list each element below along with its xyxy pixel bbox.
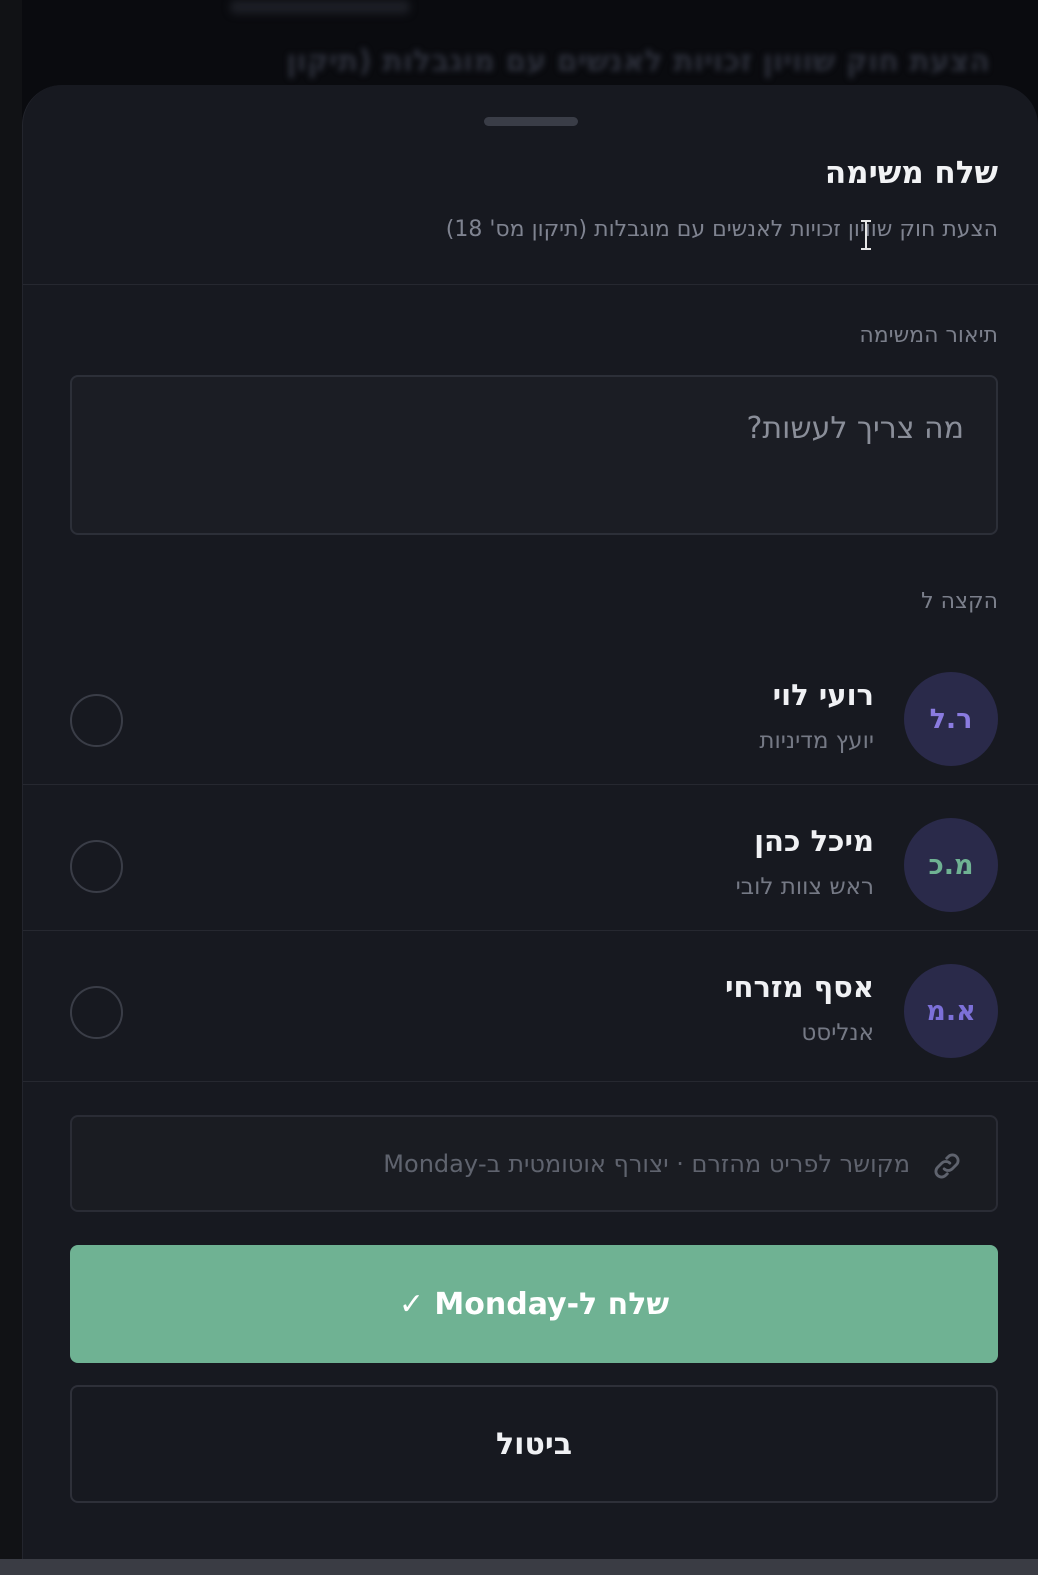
avatar: ר.ל: [904, 672, 998, 766]
linked-item-text: מקושר לפריט מהזרם · יצורף אוטומטית ב-Mon…: [383, 1149, 910, 1178]
avatar-initials: א.מ: [926, 995, 976, 1027]
assignee-radio[interactable]: [70, 840, 123, 893]
header-divider: [23, 284, 1038, 285]
assignee-name: אסף מזרחי: [724, 970, 874, 1004]
assign-to-label: הקצה ל: [921, 589, 998, 614]
avatar: א.מ: [904, 964, 998, 1058]
drag-handle[interactable]: [483, 117, 578, 126]
send-task-sheet: שלח משימה הצעת חוק שוויון זכויות לאנשים …: [22, 85, 1038, 1575]
background-header-title: הצעת חוק שוויון זכויות לאנשים עם מוגבלות…: [286, 44, 990, 79]
bottom-edge-bar: [0, 1559, 1038, 1575]
linked-item-note: מקושר לפריט מהזרם · יצורף אוטומטית ב-Mon…: [70, 1115, 998, 1212]
background-edge: [0, 0, 22, 1575]
assignee-row[interactable]: ר.ל רועי לוי יועץ מדיניות: [23, 638, 1038, 784]
send-to-monday-button[interactable]: שלח ל-Monday ✓: [70, 1245, 998, 1363]
sheet-title: שלח משימה: [824, 155, 998, 191]
assignee-role: אנליסט: [801, 1020, 874, 1046]
cancel-button[interactable]: ביטול: [70, 1385, 998, 1503]
assignee-name: מיכל כהן: [754, 824, 874, 858]
background-blurred-text: [230, 0, 410, 14]
sheet-subtitle: הצעת חוק שוויון זכויות לאנשים עם מוגבלות…: [445, 217, 998, 242]
assignee-row[interactable]: מ.כ מיכל כהן ראש צוות לובי: [23, 784, 1038, 930]
avatar: מ.כ: [904, 818, 998, 912]
list-bottom-divider: [23, 1081, 1038, 1082]
task-description-input[interactable]: [70, 375, 998, 535]
assignee-radio[interactable]: [70, 694, 123, 747]
avatar-initials: מ.כ: [928, 849, 974, 881]
assignee-role: ראש צוות לובי: [735, 874, 874, 900]
task-description-label: תיאור המשימה: [859, 323, 998, 348]
assignee-radio[interactable]: [70, 986, 123, 1039]
avatar-initials: ר.ל: [929, 703, 973, 735]
link-icon: [934, 1153, 960, 1179]
text-cursor-icon: [861, 220, 871, 250]
assignee-name: רועי לוי: [772, 678, 874, 712]
assignee-role: יועץ מדיניות: [759, 728, 874, 754]
assignee-row[interactable]: א.מ אסף מזרחי אנליסט: [23, 930, 1038, 1076]
